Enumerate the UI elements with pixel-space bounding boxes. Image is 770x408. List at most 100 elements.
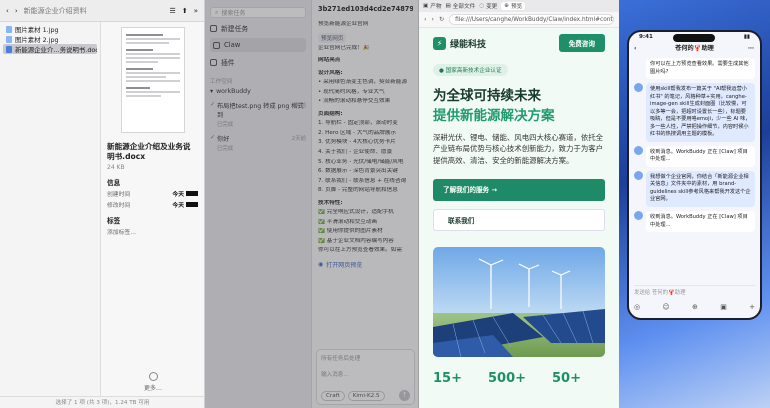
message-text: 我想做个企业官网，你结合「新能源企业相关信息」文件夹中的素材，用 brand-g… [650, 173, 751, 203]
model-select[interactable]: Kimi-K2.5 [347, 390, 385, 401]
message-line: 2. Hero 区域 - 大气的品牌展示 [318, 129, 397, 136]
preview-tabs: ▣ 产物 ▤ 全部文件 ◌ 变更 ⊕ 预览 [419, 0, 619, 12]
back-icon[interactable]: ‹ [6, 7, 9, 15]
chat-thread: 你可以在上方预览查看效果。需要生成其他图片吗? 使用skill帮我发布一篇关于 … [629, 56, 760, 238]
workspace-item[interactable]: ▾ workBuddy [210, 88, 306, 95]
preview-icon: ◉ [318, 261, 324, 269]
created-row: 创建时间 今天 [107, 189, 198, 198]
composer[interactable]: 所有任务后处理 输入消息… Craft Kimi-K2.5 ↑ [316, 349, 415, 405]
reload-icon[interactable]: ↻ [439, 16, 444, 23]
send-icon[interactable]: ↑ [399, 390, 410, 401]
tab-label: 预览 [510, 4, 523, 10]
chat-message: 你可以在上方预览查看效果。需要生成其他图片吗? [646, 58, 755, 80]
check-icon: ✓ [210, 134, 216, 141]
finder-window: ‹ › 新能源企业介绍资料 ☰ ⬆ » 图片素材 1.jpg 图片素材 2.jp… [0, 0, 205, 408]
file-item-3[interactable]: 新能源企业介…务说明书.docx [3, 44, 97, 54]
open-preview-link[interactable]: ◉ 打开网页预览 [318, 260, 413, 269]
stats-row: 15+ 500+ 50+ [433, 371, 605, 386]
message-line: ✅ 使用你提供的图片素材 [318, 228, 383, 235]
chat-message: 使用skill帮我发布一篇关于 "AI帮我运营小红书" 的笔记，风格种草+实用，… [634, 83, 755, 142]
phone-time: 9:41 [639, 34, 653, 40]
tab-label: 变更 [486, 4, 498, 10]
avatar [634, 83, 643, 93]
chat-message: 收到消息。WorkBuddy 正在 [Claw] 项目中处理... [634, 210, 755, 233]
tab-artifacts[interactable]: ▣ 产物 [423, 2, 442, 10]
message-input[interactable]: 发送给 苍何的🦞助理 [634, 285, 755, 296]
task-status: 已完成 [217, 146, 234, 152]
file-list: 图片素材 1.jpg 图片素材 2.jpg 新能源企业介…务说明书.docx [0, 22, 100, 396]
file-item-1[interactable]: 图片素材 1.jpg [3, 24, 97, 34]
tags-input[interactable]: 添加标签… [107, 227, 198, 236]
solar-panel-illustration [433, 258, 605, 358]
message-line: 设计风格: [318, 69, 343, 76]
image-file-icon [6, 35, 12, 43]
url-field[interactable]: file:///Users/canghe/WorkBuddy/Claw/inde… [449, 14, 614, 25]
task-time: 2天前 [291, 136, 306, 142]
message-line: 企业官网已完成！🎉 [318, 44, 370, 51]
voice-icon[interactable]: ◎ [634, 303, 640, 311]
services-button[interactable]: 了解我们的服务 → [433, 179, 605, 202]
battery-icon: ▮▮ [743, 34, 750, 40]
attach-icon[interactable]: ⊕ [692, 303, 698, 311]
more-toolbar-icon[interactable]: » [194, 7, 198, 15]
stat-value: 50+ [552, 371, 581, 387]
check-icon: ✓ [210, 101, 216, 108]
task-search-input[interactable]: ⌕ 搜索任务 [210, 7, 306, 18]
task-title: 布局把test.png 转成 png 格式到 [217, 103, 304, 119]
nav-new-task[interactable]: 新建任务 [210, 21, 306, 35]
site-brand[interactable]: 绿能科技 [450, 37, 486, 50]
tab-changes[interactable]: ◌ 变更 [479, 2, 497, 10]
new-task-icon [210, 24, 217, 32]
tab-label: 全部文件 [452, 4, 476, 10]
website-page: ⚡ 绿能科技 免费咨询 ● 国家高新技术企业认证 为全球可持续未来 提供新能源解… [419, 28, 619, 408]
search-placeholder: 搜索任务 [221, 10, 246, 17]
nav-label: 插件 [221, 59, 235, 67]
mode-select[interactable]: Craft [321, 390, 345, 401]
tab-preview[interactable]: ⊕ 预览 [501, 2, 526, 10]
more-button[interactable]: 更多… [139, 372, 167, 392]
message-body: 企业官网已完成！🎉 网站亮点 设计风格: • 采用绿色渐变主色调，契合新能源 • 现代简… [318, 45, 413, 255]
image-file-icon [6, 25, 12, 33]
view-toggle-icon[interactable]: ☰ [170, 7, 176, 15]
info-heading: 信息 [107, 178, 121, 187]
message-line: • 现代简约风格，专业大气 [318, 88, 385, 95]
contact-button[interactable]: 联系我们 [433, 209, 605, 232]
back-icon[interactable]: ‹ [424, 16, 426, 23]
stat-value: 15+ [433, 371, 462, 387]
document-thumbnail [120, 27, 185, 133]
task-time: 1天前 [291, 103, 306, 109]
task-title: 你好 [217, 136, 230, 143]
chat-message: 收到消息。WorkBuddy 正在 [Claw] 项目中处理... [634, 145, 755, 167]
forward-icon[interactable]: › [431, 16, 433, 23]
share-icon[interactable]: ⬆ [182, 7, 188, 15]
message-line: ✅ 平滑滚动和交互动画 [318, 218, 378, 225]
message-line: • 采用绿色渐变主色调，契合新能源 [318, 79, 407, 86]
more-label: 更多… [143, 385, 162, 392]
nav-plugins[interactable]: 插件 [210, 55, 306, 69]
image-icon[interactable]: ▣ [720, 303, 727, 311]
preview-chip[interactable]: 预览网页 [318, 32, 347, 43]
message-line: 1. 导航栏 - 固定顶部，滚动时变 [318, 120, 398, 127]
consult-button[interactable]: 免费咨询 [558, 34, 605, 52]
tab-all-files[interactable]: ▤ 全部文件 [446, 2, 476, 10]
leaf-logo-icon: ⚡ [433, 36, 446, 50]
back-icon[interactable]: ‹ [634, 42, 637, 56]
document-size: 24 KB [107, 163, 125, 171]
more-icon[interactable]: ⋯ [748, 42, 754, 56]
address-bar: ‹ › ↻ file:///Users/canghe/WorkBuddy/Cla… [419, 12, 619, 28]
file-item-2[interactable]: 图片素材 2.jpg [3, 34, 97, 44]
folder-icon: ▾ [210, 88, 214, 95]
avatar [634, 170, 643, 180]
nav-claw[interactable]: Claw [210, 38, 306, 52]
task-item-2[interactable]: ✓ 你好 2天前已完成 [210, 134, 306, 152]
composer-placeholder: 输入消息… [321, 372, 349, 378]
message-text: 收到消息。WorkBuddy 正在 [Claw] 项目中处理... [650, 148, 748, 163]
modified-row: 修改时间 今天 [107, 200, 198, 209]
task-item-1[interactable]: ✓ 布局把test.png 转成 png 格式到 1天前已完成 [210, 101, 306, 128]
emoji-icon[interactable]: ☺ [662, 303, 669, 311]
chat-message: 我想做个企业官网，你结合「新能源企业相关信息」文件夹中的素材，用 brand-g… [634, 170, 755, 207]
message-line: 7. 联系我们 - 联系信息 + 在线咨询 [318, 177, 407, 184]
add-icon[interactable]: + [749, 303, 755, 311]
task-status: 已完成 [217, 122, 234, 128]
forward-icon[interactable]: › [15, 7, 18, 15]
